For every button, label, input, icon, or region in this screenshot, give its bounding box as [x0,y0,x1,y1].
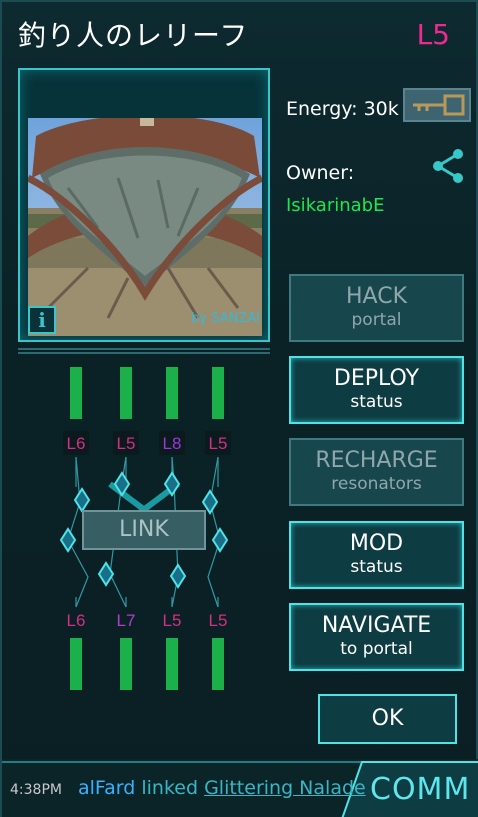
resonator-level: L5 [209,611,228,630]
share-icon[interactable] [430,148,466,184]
info-button[interactable]: i [28,306,56,334]
navigate-button[interactable]: NAVIGATE to portal [289,603,464,671]
ok-button[interactable]: OK [318,694,457,744]
link-button[interactable]: LINK [82,510,206,550]
resonator-energy-bar [212,367,224,419]
photo-credit: by SANZAI [191,311,260,326]
resonator-level: L5 [209,434,228,453]
activity-feed[interactable]: alFard linked Glittering Nalade [78,777,368,799]
resonator-level: L8 [163,434,182,453]
portal-photo[interactable] [28,118,262,336]
resonator-energy-bar [166,638,178,690]
resonator-level: L6 [67,611,86,630]
resonator-energy-bar [70,638,82,690]
owner-name: IsikarinabE [286,195,385,216]
energy-label: Energy: 30k [286,98,399,120]
resonator-slot-icon [59,527,77,553]
key-button[interactable] [403,88,471,122]
portal-photo-frame: i by SANZAI [18,68,270,342]
resonator-level: L5 [163,611,182,630]
recharge-button-sublabel: resonators [331,474,422,494]
feed-target[interactable]: Glittering Nalade [204,777,366,799]
mod-button-label: MOD [349,531,404,556]
navigate-button-sublabel: to portal [340,639,413,659]
deploy-button-label: DEPLOY [333,366,420,391]
resonator-energy-bar [212,638,224,690]
resonator-energy-bar [70,367,82,419]
portal-title: 釣り人のレリーフ [18,19,249,52]
key-icon [413,94,465,116]
hack-button-label: HACK [346,284,407,309]
hack-button[interactable]: HACK portal [289,274,464,342]
hack-button-sublabel: portal [351,310,402,330]
portal-level: L5 [416,18,450,51]
resonator-level: L6 [67,434,86,453]
recharge-button[interactable]: RECHARGE resonators [289,438,464,506]
resonator-energy-bar [166,367,178,419]
deploy-button[interactable]: DEPLOY status [289,356,464,424]
deploy-button-sublabel: status [350,392,403,412]
resonator-slot-icon [169,563,187,589]
feed-user[interactable]: alFard [78,777,135,799]
navigate-button-label: NAVIGATE [321,613,432,638]
resonator-energy-bar [120,367,132,419]
portal-screen: 釣り人のレリーフ L5 i by SANZAI Energy: 30k Owne… [0,0,478,817]
section-divider [18,348,270,354]
resonator-slot-icon [211,527,229,553]
feed-time: 4:38PM [10,782,62,798]
mod-button[interactable]: MOD status [289,521,464,589]
resonator-energy-bar [120,638,132,690]
resonator-level: L7 [117,611,136,630]
resonator-slot-icon [73,487,91,513]
mod-button-sublabel: status [350,557,403,577]
comm-button[interactable]: COMM [370,772,470,807]
feed-verb: linked [141,777,199,799]
owner-label: Owner: [286,162,355,184]
recharge-button-label: RECHARGE [315,448,438,473]
resonator-level: L5 [117,434,136,453]
